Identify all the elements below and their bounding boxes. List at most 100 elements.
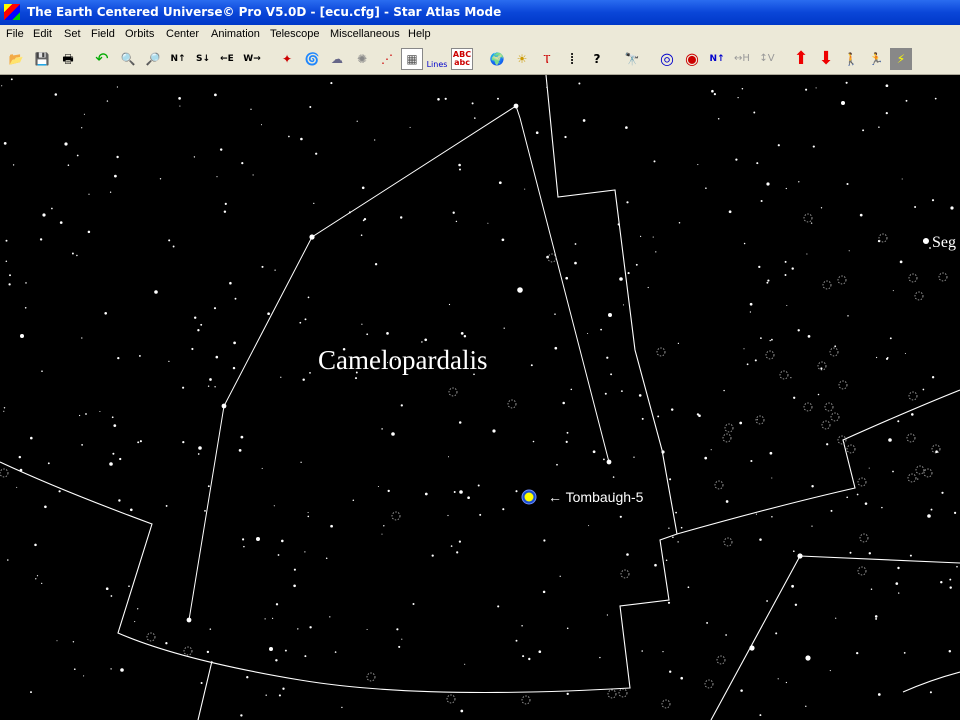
constellation-lines-icon[interactable]: Lines — [426, 48, 448, 70]
menu-animation[interactable]: Animation — [211, 28, 260, 40]
menu-edit[interactable]: Edit — [33, 28, 52, 40]
star — [81, 444, 83, 446]
star — [7, 559, 9, 561]
galaxy-icon[interactable]: 🌀 — [301, 48, 323, 70]
star — [487, 222, 489, 224]
star — [794, 603, 798, 606]
star — [698, 414, 701, 418]
star — [670, 408, 674, 411]
constellation-icon[interactable]: ⋰ — [376, 48, 398, 70]
west-arrow-icon[interactable]: W→ — [241, 48, 263, 70]
star — [400, 404, 403, 407]
north-up-icon[interactable]: N↑ — [706, 48, 728, 70]
star — [641, 417, 644, 420]
star — [221, 403, 227, 409]
menu-miscellaneous[interactable]: Miscellaneous — [330, 28, 400, 40]
star — [88, 193, 90, 195]
star — [64, 142, 68, 146]
sky-background — [0, 75, 960, 720]
milky-way-icon[interactable]: ☁ — [326, 48, 348, 70]
menu-telescope[interactable]: Telescope — [270, 28, 320, 40]
star-map[interactable]: Camelopardalis ← Tombaugh-5 Seg — [0, 75, 960, 720]
star — [766, 281, 769, 284]
lightning-icon[interactable]: ⚡ — [890, 48, 912, 70]
flip-horizontal-icon[interactable]: ↔H — [731, 48, 753, 70]
star — [741, 87, 744, 90]
star — [885, 84, 889, 88]
star — [444, 97, 447, 100]
labels-icon[interactable]: ABC abc — [451, 48, 473, 70]
star — [713, 93, 716, 96]
star — [775, 632, 778, 635]
star — [680, 676, 683, 680]
menu-field[interactable]: Field — [91, 28, 115, 40]
ecliptic-icon[interactable]: Ⲧ — [536, 48, 558, 70]
star — [209, 378, 212, 381]
star — [213, 307, 217, 310]
star — [304, 551, 306, 553]
walking-man-icon[interactable]: 🚶 — [840, 48, 862, 70]
north-arrow-icon[interactable]: N↑ — [167, 48, 189, 70]
star — [209, 628, 212, 630]
earth-icon[interactable]: 🌍 — [486, 48, 508, 70]
star — [587, 332, 589, 335]
star — [243, 545, 245, 548]
star — [570, 388, 573, 391]
star — [927, 514, 931, 518]
tombaugh-5-marker[interactable] — [521, 489, 537, 505]
star — [793, 550, 795, 552]
star — [948, 649, 952, 653]
menu-set[interactable]: Set — [64, 28, 81, 40]
print-icon[interactable]: 🖶 — [57, 48, 79, 70]
star — [293, 568, 296, 571]
menu-file[interactable]: File — [6, 28, 24, 40]
telescope-icon[interactable]: 🔭 — [621, 48, 643, 70]
south-arrow-icon[interactable]: S↓ — [192, 48, 214, 70]
star — [503, 327, 505, 329]
sun-icon[interactable]: ☀ — [511, 48, 533, 70]
star — [12, 164, 15, 166]
save-icon[interactable]: 💾 — [31, 48, 53, 70]
star — [878, 126, 880, 128]
star — [845, 81, 848, 84]
menu-help[interactable]: Help — [408, 28, 431, 40]
star — [197, 453, 200, 455]
star — [886, 357, 889, 359]
east-arrow-icon[interactable]: ←E — [216, 48, 238, 70]
dots-icon[interactable]: ⁞ — [561, 48, 583, 70]
star — [186, 617, 192, 623]
zoom-in-icon[interactable]: 🔎 — [142, 48, 164, 70]
stars-icon[interactable]: ✦ — [276, 48, 298, 70]
star — [811, 525, 813, 527]
star — [216, 176, 218, 178]
star — [232, 366, 236, 370]
flip-vertical-icon[interactable]: ↕V — [756, 48, 778, 70]
star — [309, 626, 312, 629]
star — [677, 541, 679, 543]
star — [479, 513, 482, 516]
open-file-icon[interactable]: 📂 — [5, 48, 27, 70]
menu-orbits[interactable]: Orbits — [125, 28, 154, 40]
crosshair-target-icon[interactable]: ◉ — [681, 48, 703, 70]
undo-icon[interactable]: ↶ — [91, 48, 113, 70]
star — [383, 525, 385, 527]
star — [760, 199, 763, 203]
star — [654, 563, 657, 567]
menu-center[interactable]: Center — [166, 28, 199, 40]
grid-icon[interactable]: ▦ — [401, 48, 423, 70]
find-object-icon[interactable]: ? — [586, 48, 608, 70]
star — [846, 496, 849, 499]
star — [67, 164, 70, 166]
deep-sky-icon[interactable]: ✺ — [351, 48, 373, 70]
down-arrow-icon[interactable]: ⬇ — [815, 48, 837, 70]
running-man-icon[interactable]: 🏃 — [865, 48, 887, 70]
star — [421, 341, 423, 343]
star — [200, 323, 203, 326]
zoom-out-icon[interactable]: 🔍 — [117, 48, 139, 70]
star — [565, 440, 568, 443]
star — [777, 144, 780, 147]
target-icon[interactable]: ◎ — [656, 48, 678, 70]
up-arrow-icon[interactable]: ⬆ — [790, 48, 812, 70]
star — [104, 311, 108, 315]
star — [99, 410, 101, 413]
